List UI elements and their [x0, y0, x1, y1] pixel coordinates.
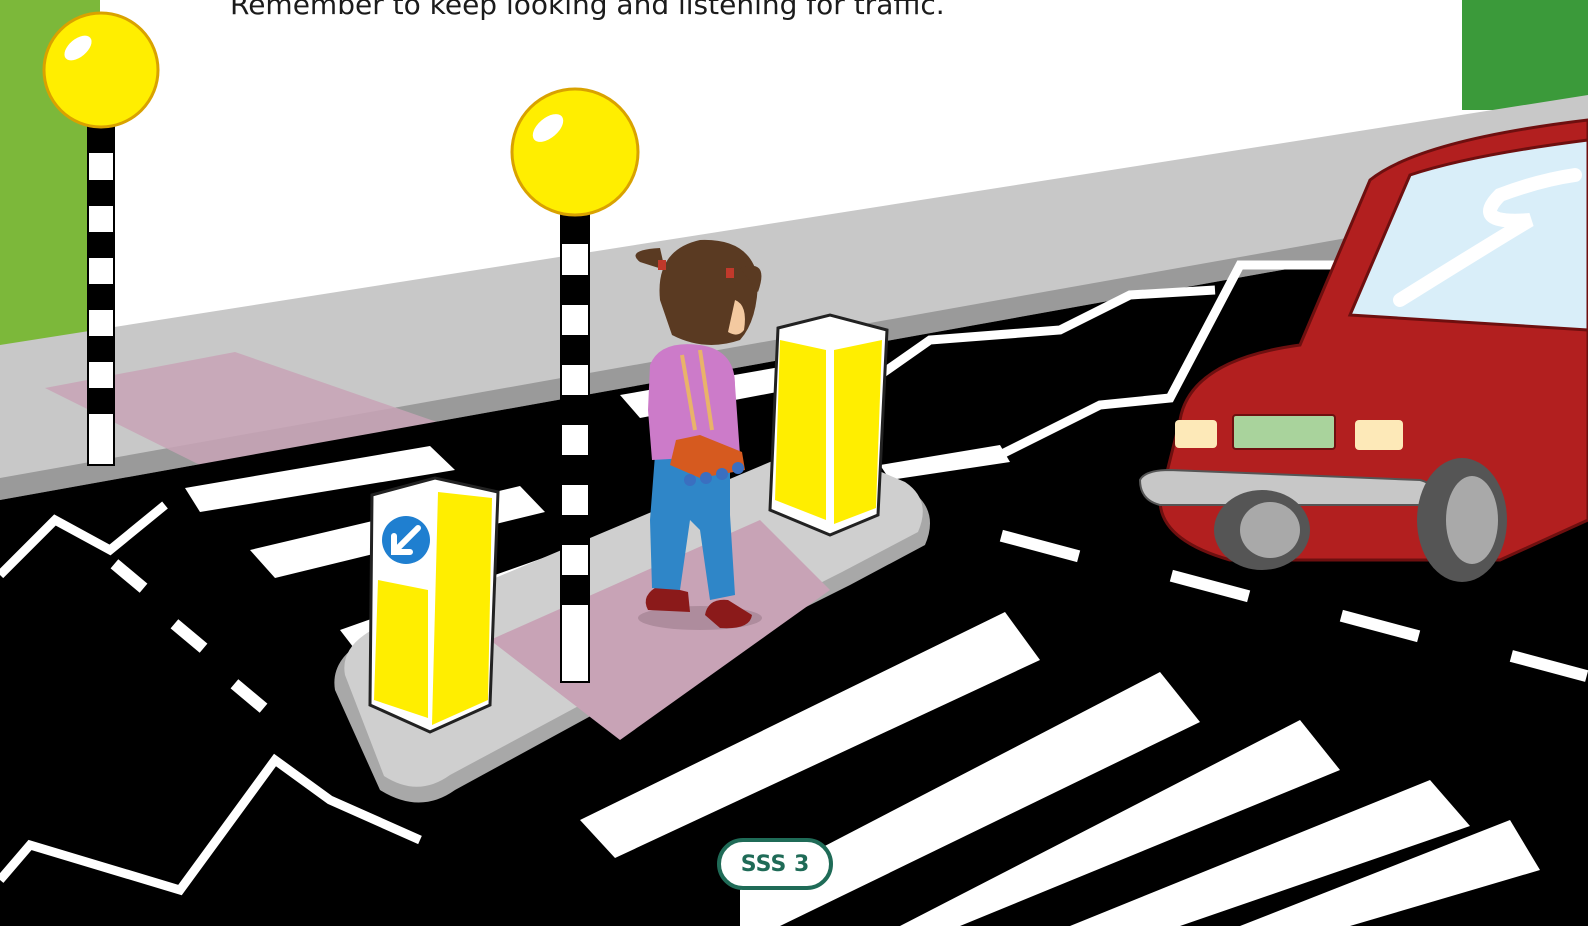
headlight-left — [1175, 420, 1217, 448]
street-scene-illustration — [0, 0, 1588, 926]
headlight-right — [1355, 420, 1403, 450]
page-badge: SSS 3 — [717, 838, 833, 890]
keep-left-bollard — [368, 476, 500, 734]
keep-left-sign-icon — [382, 516, 430, 564]
number-plate — [1232, 414, 1336, 450]
caption-text: Remember to keep looking and listening f… — [230, 0, 945, 21]
grass-right — [1462, 0, 1588, 110]
island-bollard — [768, 313, 889, 537]
